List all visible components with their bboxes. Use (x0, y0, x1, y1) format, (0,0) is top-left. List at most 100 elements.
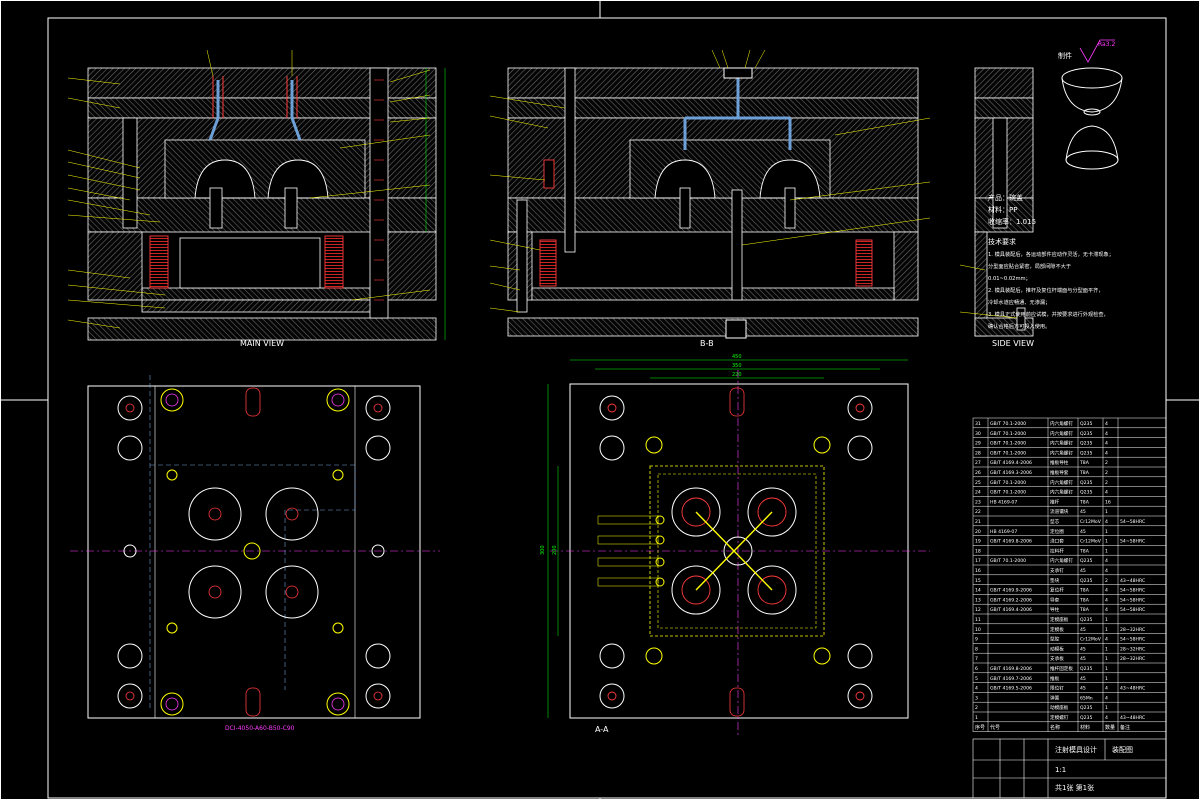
bom-cell: 4 (1105, 686, 1108, 692)
product-title: 制件 (1058, 51, 1072, 60)
bom-cell: 动模板 (1050, 645, 1064, 652)
bom-cell: Cr12MoV (1080, 519, 1102, 525)
bom-cell: 浇口套 (1050, 538, 1064, 545)
bom-cell: 31 (975, 421, 981, 427)
bom-cell: 16 (1105, 499, 1111, 505)
tech-requirement-line: 3. 模具正式使用前应试模，并按要求进行外观检查， (988, 310, 1109, 318)
bom-cell: 54~58HRC (1120, 607, 1145, 613)
bom-header-cell: 备注 (1120, 724, 1130, 731)
bom-cell: 54~58HRC (1120, 539, 1145, 545)
bom-cell: 45 (1080, 627, 1086, 633)
bom-cell: 内六角螺钉 (1050, 430, 1073, 437)
bom-cell: 1 (1105, 705, 1108, 711)
tech-requirement-line: 分型面应贴合紧密，局部间隙不大于 (988, 262, 1071, 270)
drawing-sheet: 共1张 第1张 (1055, 783, 1094, 792)
bom-cell: 4 (1105, 490, 1108, 496)
bom-cell: 4 (1105, 558, 1108, 564)
bom-cell: 54~58HRC (1120, 637, 1145, 643)
bom-cell: 1 (975, 715, 978, 721)
tech-requirement-line: 1. 模具装配后，各运动部件应动作灵活，无卡滞现象； (988, 250, 1114, 258)
bom-cell: 垫块 (1050, 577, 1060, 584)
bom-cell: 4 (1105, 597, 1108, 603)
product-name: 产品：碗盖 (988, 193, 1023, 202)
bom-cell: HB 4169-07 (990, 499, 1017, 505)
bom-cell: 43~48HRC (1120, 686, 1145, 692)
cad-drawing-canvas: MAIN VIEW B-B SIDE VIEW 制件 Ra3.2 产品：碗盖 材… (0, 0, 1200, 800)
ejector-plate-upper (141, 287, 383, 301)
bom-cell: GB/T 4169.4-2006 (990, 460, 1032, 466)
bom-cell: 45 (1080, 656, 1086, 662)
product-material: 材料：PP (988, 205, 1017, 214)
bom-cell: 复位杆 (1050, 587, 1064, 594)
bom-cell: T8A (1079, 588, 1090, 594)
bom-cell: 定模板 (1050, 626, 1064, 633)
bom-cell: 45 (1080, 529, 1086, 535)
bom-cell: 导套 (1050, 596, 1060, 603)
bom-header-cell: 代号 (990, 724, 1000, 731)
dim-width-core: 220 (732, 372, 742, 378)
bom-cell: 54~58HRC (1120, 588, 1145, 594)
bom-cell: 28~32HRC (1120, 627, 1145, 633)
bom-cell: 1 (1105, 676, 1108, 682)
drawing-title: 注射模具设计 (1055, 745, 1097, 754)
bom-cell: Cr12MoV (1080, 637, 1102, 643)
bom-cell: 8 (975, 646, 978, 652)
bom-cell: Q235 (1080, 480, 1092, 486)
bom-cell: 内六角螺钉 (1050, 557, 1073, 564)
main-section-view: MAIN VIEW (67, 49, 446, 348)
bom-cell: 4 (1105, 607, 1108, 613)
bom-cell: 43~48HRC (1120, 578, 1145, 584)
bom-cell: 4 (1105, 431, 1108, 437)
tech-requirement-line: 2. 模具装配后，推杆及复位杆端面与分型面平齐， (988, 286, 1104, 294)
bom-cell: 12 (975, 607, 981, 613)
bom-cell: 54~58HRC (1120, 597, 1145, 603)
title-block: 注射模具设计 装配图 1:1 共1张 第1张 (972, 738, 1167, 799)
bom-header-cell: 序号 (975, 724, 985, 731)
bom-cell: GB/T 4169.3-2006 (990, 470, 1032, 476)
bom-cell: 45 (1080, 676, 1086, 682)
bom-cell: 4 (1105, 637, 1108, 643)
bom-cell: Q235 (1080, 450, 1092, 456)
view-caption-side: SIDE VIEW (992, 339, 1034, 348)
bom-cell: Q235 (1080, 666, 1092, 672)
bom-cell: GB/T 4169.8-2006 (990, 539, 1032, 545)
bom-cell: 54~58HRC (1120, 519, 1145, 525)
fixed-half-plan-view: DCI-4050-A60-B50-C90 (70, 375, 440, 732)
bom-cell: 45 (1080, 646, 1086, 652)
bom-cell: 限位钉 (1050, 685, 1064, 692)
bom-cell: 2 (1105, 578, 1108, 584)
bom-cell: 1 (1105, 539, 1108, 545)
bom-cell: GB/T 70.1-2000 (990, 450, 1026, 456)
bom-cell: 定模螺钉 (1050, 714, 1069, 721)
bom-cell: 4 (1105, 421, 1108, 427)
bom-cell: 20 (975, 529, 981, 535)
tech-requirement-line: 确认合格后方可投入使用。 (988, 322, 1050, 330)
bom-cell: 65Mn (1080, 695, 1093, 701)
bom-cell: Q235 (1080, 578, 1092, 584)
bom-cell: T8A (1079, 470, 1090, 476)
bom-cell: 内六角螺钉 (1050, 420, 1073, 427)
bom-cell: 导柱 (1050, 606, 1060, 613)
view-caption-cavity: A-A (595, 725, 609, 734)
bom-cell: 推杆 (1050, 498, 1060, 505)
bom-cell: 16 (975, 568, 981, 574)
bom-cell: 6 (975, 666, 978, 672)
bom-cell: 1 (1105, 666, 1108, 672)
bom-cell: 18 (975, 548, 981, 554)
bom-cell: GB/T 4169.2-2006 (990, 597, 1032, 603)
bom-cell: 型腔 (1050, 636, 1060, 643)
bom-cell: 19 (975, 539, 981, 545)
ejector-plate-lower (141, 299, 383, 313)
bom-cell: 内六角螺钉 (1050, 489, 1073, 496)
view-caption-main: MAIN VIEW (240, 339, 284, 348)
bom-cell: 内六角螺钉 (1050, 440, 1073, 447)
bom-cell: GB/T 4169.9-2006 (990, 588, 1032, 594)
bom-cell: 26 (975, 470, 981, 476)
bom-cell: 14 (975, 588, 981, 594)
bom-cell: Q235 (1080, 490, 1092, 496)
bom-cell: GB/T 4169.7-2006 (990, 676, 1032, 682)
bom-cell: 2 (1105, 480, 1108, 486)
bom-cell: GB/T 70.1-2000 (990, 490, 1026, 496)
bom-cell: 28~32HRC (1120, 656, 1145, 662)
bom-cell: 1 (1105, 627, 1108, 633)
